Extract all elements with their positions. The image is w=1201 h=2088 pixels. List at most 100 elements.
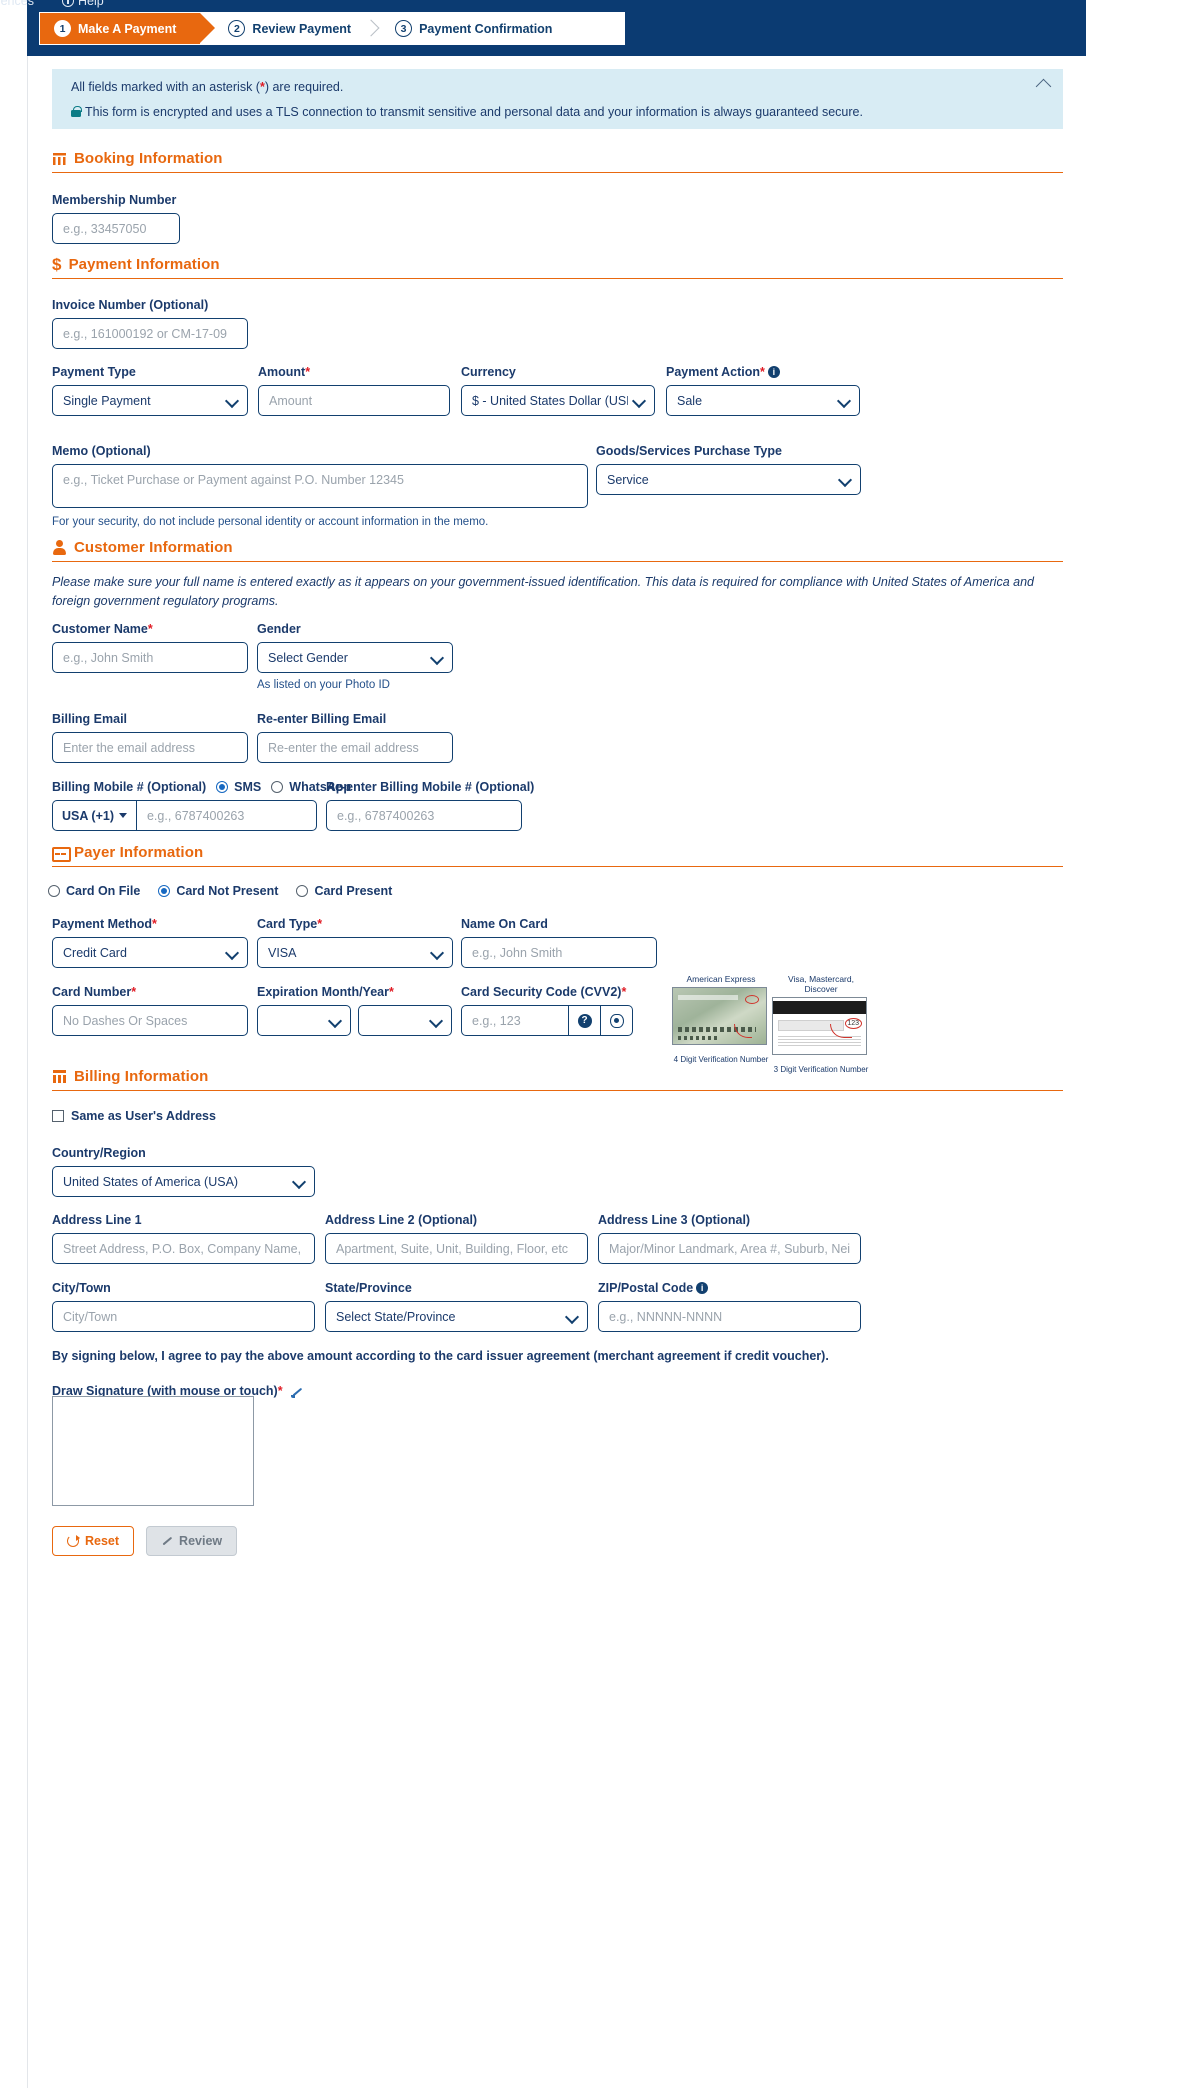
- address-line-3-field: Address Line 3 (Optional): [598, 1213, 861, 1264]
- currency-label: Currency: [461, 365, 516, 379]
- booking-section-divider: [52, 172, 1063, 173]
- goods-services-field: Goods/Services Purchase Type Service: [596, 444, 861, 495]
- address-line-1-field: Address Line 1: [52, 1213, 315, 1264]
- billing-email-field: Billing Email: [52, 712, 248, 763]
- payment-section-title: $ Payment Information: [52, 256, 1063, 278]
- required-fields-note: All fields marked with an asterisk (*) a…: [71, 80, 343, 94]
- review-button[interactable]: Review: [146, 1526, 238, 1556]
- wizard-step-make-a-payment[interactable]: 1 Make A Payment: [40, 13, 216, 44]
- address-line-2-input[interactable]: [325, 1233, 588, 1264]
- reenter-billing-email-field: Re-enter Billing Email: [257, 712, 453, 763]
- payment-method-label-text: Payment Method: [52, 917, 153, 931]
- card-type-required-asterisk: *: [317, 917, 323, 931]
- signature-agreement-text: By signing below, I agree to pay the abo…: [52, 1349, 829, 1363]
- zip-postal-code-label: ZIP/Postal Code i: [598, 1281, 861, 1295]
- payment-action-info-icon[interactable]: i: [767, 366, 780, 378]
- cvv-input[interactable]: [461, 1005, 569, 1036]
- customer-name-label-text: Customer Name: [52, 622, 148, 636]
- membership-number-label: Membership Number: [52, 193, 177, 207]
- memo-textarea[interactable]: [52, 464, 588, 508]
- building-icon: [52, 151, 67, 166]
- card-present-radio[interactable]: Card Present: [296, 884, 392, 898]
- payment-action-label-text: Payment Action: [666, 365, 761, 379]
- state-province-select[interactable]: Select State/Province: [325, 1301, 588, 1332]
- nav-help[interactable]: Help: [78, 0, 104, 8]
- billing-section-divider: [52, 1090, 1063, 1091]
- billing-mobile-input[interactable]: [135, 800, 317, 831]
- country-region-select[interactable]: United States of America (USA): [52, 1166, 315, 1197]
- cvv-help-button[interactable]: ?: [569, 1005, 601, 1036]
- cvv-visibility-toggle[interactable]: [601, 1005, 633, 1036]
- reenter-billing-email-input[interactable]: [257, 732, 453, 763]
- name-on-card-input[interactable]: [461, 937, 657, 968]
- expiration-required-asterisk: *: [388, 985, 394, 999]
- card-on-file-radio-dot: [48, 885, 60, 897]
- booking-section-title-text: Booking Information: [74, 150, 223, 167]
- question-mark-icon: ?: [577, 1013, 592, 1028]
- wizard-step-3-label: Payment Confirmation: [419, 21, 553, 36]
- payment-type-select[interactable]: Single Payment: [52, 385, 248, 416]
- sms-radio-label: SMS: [234, 780, 262, 794]
- amount-input[interactable]: [258, 385, 450, 416]
- card-type-label-text: Card Type: [257, 917, 318, 931]
- signature-canvas[interactable]: [52, 1396, 254, 1506]
- goods-services-select[interactable]: Service: [596, 464, 861, 495]
- city-town-input[interactable]: [52, 1301, 315, 1332]
- country-code-dropdown[interactable]: USA (+1): [52, 800, 136, 831]
- expiration-year-select[interactable]: [358, 1005, 452, 1036]
- name-on-card-field: Name On Card: [461, 917, 657, 968]
- payment-action-select[interactable]: Sale: [666, 385, 860, 416]
- reset-button[interactable]: Reset: [52, 1526, 135, 1556]
- invoice-number-label: Invoice Number (Optional): [52, 298, 209, 312]
- card-number-label: Card Number*: [52, 985, 248, 999]
- amex-card-art: [672, 987, 767, 1045]
- payer-section-title-text: Payer Information: [74, 844, 204, 861]
- payment-method-select[interactable]: Credit Card: [52, 937, 248, 968]
- clear-signature-pen-icon[interactable]: [290, 1385, 303, 1398]
- collapse-chevron-up-icon[interactable]: [1035, 78, 1052, 95]
- gender-field: Gender Select Gender As listed on your P…: [257, 622, 453, 691]
- customer-name-input[interactable]: [52, 642, 248, 673]
- country-code-label: USA (+1): [62, 808, 114, 823]
- billing-email-input[interactable]: [52, 732, 248, 763]
- wizard-step-review-payment[interactable]: 2 Review Payment: [216, 13, 367, 44]
- card-not-present-label: Card Not Present: [176, 884, 279, 898]
- card-not-present-radio[interactable]: Card Not Present: [158, 884, 278, 898]
- section-customer-information: Customer Information: [52, 539, 1063, 562]
- membership-number-input[interactable]: [52, 213, 180, 244]
- card-on-file-radio[interactable]: Card On File: [48, 884, 140, 898]
- invoice-number-field: Invoice Number (Optional): [52, 298, 352, 349]
- city-town-field: City/Town: [52, 1281, 315, 1332]
- section-payer-information: Payer Information: [52, 844, 1063, 867]
- same-as-user-address-checkbox-row[interactable]: Same as User's Address: [52, 1109, 216, 1123]
- left-rail: [0, 0, 27, 2088]
- country-code-caret-icon: [118, 813, 127, 818]
- credit-card-icon: [52, 845, 71, 862]
- gender-hint: As listed on your Photo ID: [257, 679, 390, 691]
- payment-method-label: Payment Method*: [52, 917, 248, 931]
- expiration-label-text: Expiration Month/Year: [257, 985, 389, 999]
- address-line-3-input[interactable]: [598, 1233, 861, 1264]
- required-note-suffix: ) are required.: [264, 80, 344, 94]
- form-action-buttons: Reset Review: [52, 1526, 238, 1556]
- same-as-user-address-checkbox[interactable]: [52, 1110, 64, 1122]
- invoice-number-input[interactable]: [52, 318, 248, 349]
- sms-radio-option[interactable]: SMS: [216, 780, 261, 794]
- expiration-label: Expiration Month/Year*: [257, 985, 453, 999]
- name-on-card-label: Name On Card: [461, 917, 548, 931]
- expiration-month-select[interactable]: [257, 1005, 351, 1036]
- address-line-1-input[interactable]: [52, 1233, 315, 1264]
- nav-preferences[interactable]: ferences: [0, 0, 34, 8]
- card-type-select[interactable]: VISA: [257, 937, 453, 968]
- payment-wizard-steps: 1 Make A Payment 2 Review Payment 3 Paym…: [40, 13, 624, 44]
- zip-info-icon[interactable]: i: [696, 1282, 709, 1294]
- amex-card-band: [678, 995, 738, 1000]
- currency-select[interactable]: $ - United States Dollar (USD): [461, 385, 655, 416]
- wizard-step-payment-confirmation[interactable]: 3 Payment Confirmation: [383, 13, 568, 44]
- wizard-step-1-label: Make A Payment: [78, 21, 177, 36]
- card-number-input[interactable]: [52, 1005, 248, 1036]
- card-presence-radio-group: Card On File Card Not Present Card Prese…: [48, 884, 392, 898]
- reenter-billing-mobile-input[interactable]: [326, 800, 522, 831]
- zip-postal-code-input[interactable]: [598, 1301, 861, 1332]
- gender-select[interactable]: Select Gender: [257, 642, 453, 673]
